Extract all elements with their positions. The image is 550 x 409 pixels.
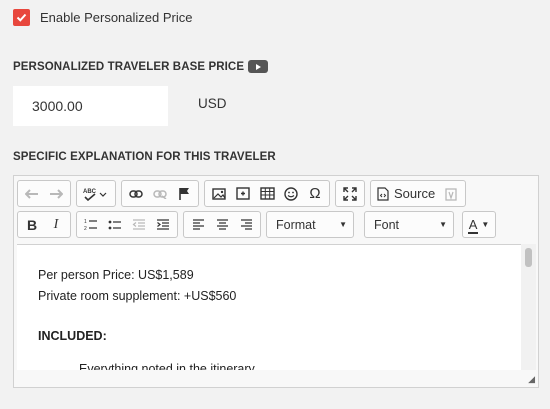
spellcheck-icon[interactable]: ABC <box>79 183 113 205</box>
link-group <box>121 180 199 207</box>
redo-icon[interactable] <box>44 183 68 205</box>
numbered-list-icon[interactable]: 12 <box>79 214 103 236</box>
align-right-icon[interactable] <box>234 214 258 236</box>
rich-text-editor: ABC Ω Source B I 1 2 Format ▼ Font ▼ A ▼… <box>13 175 539 388</box>
video-icon[interactable] <box>248 60 269 73</box>
text-color-group: A ▼ <box>462 211 496 238</box>
personalized-price-toggle[interactable]: Enable Personalized Price <box>13 9 192 26</box>
list-indent-group: 12 <box>76 211 178 238</box>
explanation-heading: SPECIFIC EXPLANATION FOR THIS TRAVELER <box>13 151 276 163</box>
source-button[interactable]: Source <box>373 183 439 205</box>
align-center-icon[interactable] <box>210 214 234 236</box>
source-icon <box>377 186 389 201</box>
align-left-icon[interactable] <box>186 214 210 236</box>
resize-grip-icon[interactable]: ◢ <box>528 374 535 385</box>
scrollbar-thumb[interactable] <box>525 248 532 267</box>
enable-personalized-price-label: Enable Personalized Price <box>40 10 193 25</box>
bold-icon[interactable]: B <box>20 214 44 236</box>
image-icon[interactable] <box>207 183 231 205</box>
undo-redo-group <box>17 180 71 207</box>
maximize-icon[interactable] <box>338 183 362 205</box>
content-line-partial: Everything noted in the itinerary <box>79 362 255 370</box>
add-image-icon[interactable] <box>231 183 255 205</box>
source-label: Source <box>394 186 436 201</box>
decrease-indent-icon[interactable] <box>127 214 151 236</box>
svg-text:1: 1 <box>84 219 87 225</box>
chevron-down-icon: ▼ <box>439 220 447 229</box>
anchor-flag-icon[interactable] <box>172 183 196 205</box>
text-color-icon: A <box>468 217 478 232</box>
checkmark-icon <box>16 13 27 22</box>
source-group: Source <box>370 180 467 207</box>
italic-icon[interactable]: I <box>44 214 68 236</box>
format-dropdown[interactable]: Format ▼ <box>266 211 354 238</box>
table-icon[interactable] <box>255 183 279 205</box>
currency-label: USD <box>198 96 227 111</box>
maximize-group <box>335 180 365 207</box>
link-icon[interactable] <box>124 183 148 205</box>
special-character-icon[interactable]: Ω <box>303 183 327 205</box>
spellcheck-group: ABC <box>76 180 116 207</box>
paste-from-word-icon[interactable] <box>439 183 463 205</box>
unlink-icon[interactable] <box>148 183 172 205</box>
chevron-down-icon: ▼ <box>339 220 347 229</box>
toolbar-row-2: B I 12 Format ▼ Font ▼ A ▼ <box>17 211 501 238</box>
basic-styles-group: B I <box>17 211 71 238</box>
text-color-button[interactable]: A ▼ <box>465 214 493 236</box>
insert-group: Ω <box>204 180 330 207</box>
content-heading-included: INCLUDED: <box>38 329 107 343</box>
smiley-icon[interactable] <box>279 183 303 205</box>
svg-text:2: 2 <box>84 226 87 231</box>
content-line-1: Per person Price: US$1,589 <box>38 268 194 282</box>
toolbar-row-1: ABC Ω Source <box>17 180 471 207</box>
base-price-title: PERSONALIZED TRAVELER BASE PRICE <box>13 60 245 73</box>
content-line-2: Private room supplement: +US$560 <box>38 289 237 303</box>
undo-icon[interactable] <box>20 183 44 205</box>
font-dropdown[interactable]: Font ▼ <box>364 211 454 238</box>
chevron-down-icon: ▼ <box>481 220 490 229</box>
bulleted-list-icon[interactable] <box>103 214 127 236</box>
alignment-group <box>183 211 261 238</box>
font-label: Font <box>374 217 400 232</box>
editor-scrollbar[interactable] <box>521 244 536 370</box>
base-price-heading: PERSONALIZED TRAVELER BASE PRICE <box>13 60 269 73</box>
editor-content[interactable]: Per person Price: US$1,589 Private room … <box>17 244 521 370</box>
enable-personalized-price-checkbox[interactable] <box>13 9 30 26</box>
format-label: Format <box>276 217 316 232</box>
increase-indent-icon[interactable] <box>151 214 175 236</box>
base-price-input[interactable] <box>13 86 168 126</box>
